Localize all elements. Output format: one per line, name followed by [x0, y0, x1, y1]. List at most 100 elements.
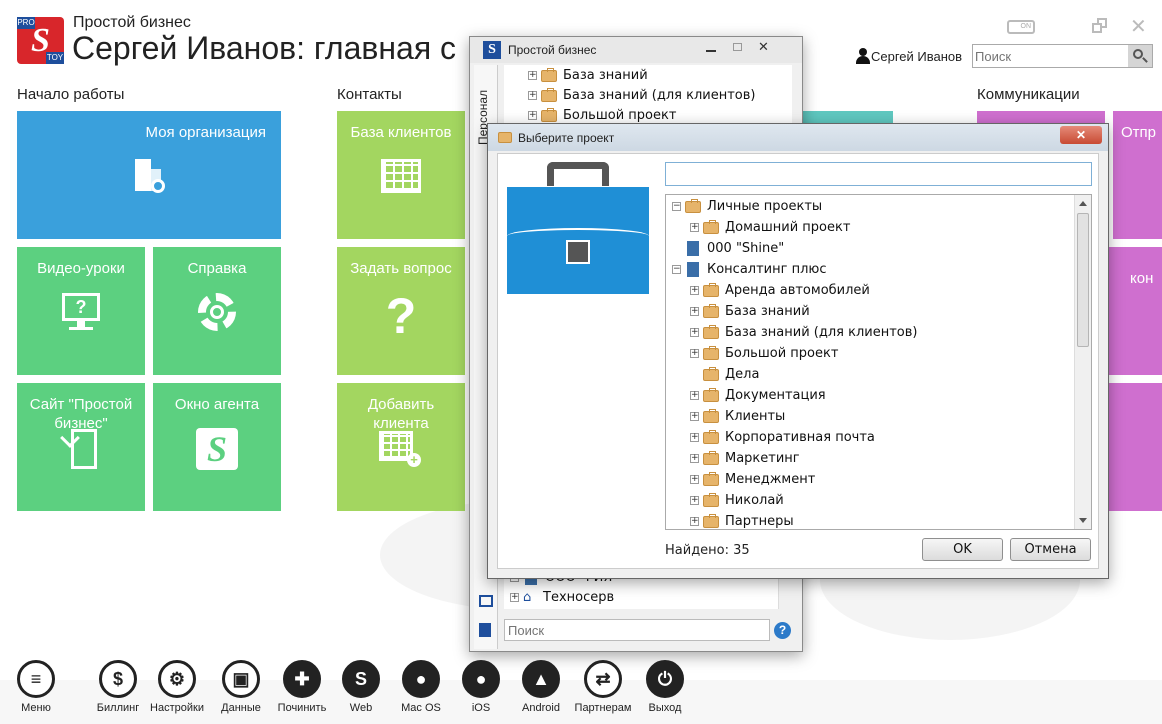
- collapse-icon[interactable]: −: [672, 202, 681, 211]
- tree-item-label: 000 "Shine": [707, 241, 785, 256]
- tile-pink-3[interactable]: [1108, 383, 1162, 511]
- expand-icon[interactable]: +: [690, 412, 699, 421]
- scroll-up-icon[interactable]: [1079, 201, 1087, 206]
- expand-icon[interactable]: +: [690, 307, 699, 316]
- tree-item-label: Личные проекты: [707, 199, 823, 214]
- toolbar-label: Меню: [21, 702, 51, 714]
- project-tree[interactable]: − Личные проекты + Домашний проект +000 "Shi…: [665, 194, 1092, 530]
- tree-item[interactable]: + Менеджмент: [690, 469, 815, 490]
- settings-button[interactable]: ⚙ Настройки: [147, 660, 207, 714]
- tree-item[interactable]: + Аренда автомобилей: [690, 280, 870, 301]
- app-small-icon: S: [483, 41, 501, 59]
- back-search-box[interactable]: [504, 619, 770, 641]
- close-back-icon[interactable]: ✕: [758, 39, 769, 55]
- expand-icon[interactable]: +: [690, 223, 699, 232]
- scroll-down-icon[interactable]: [1079, 518, 1087, 523]
- expand-icon[interactable]: +: [690, 433, 699, 442]
- android-button[interactable]: ▲ Android: [511, 660, 571, 714]
- toolbar-label: Биллинг: [96, 702, 140, 714]
- menu-button[interactable]: ≡ Меню: [6, 660, 66, 714]
- folder-icon: [703, 513, 719, 528]
- folder-icon: [703, 387, 719, 402]
- tree-item[interactable]: + Николай: [690, 490, 784, 511]
- ok-button[interactable]: OK: [922, 538, 1003, 561]
- restore-icon[interactable]: [1092, 18, 1108, 34]
- back-search-input[interactable]: [508, 622, 758, 638]
- help-icon[interactable]: ?: [774, 622, 791, 639]
- building-small-icon[interactable]: [479, 623, 491, 637]
- collapse-icon[interactable]: −: [672, 265, 681, 274]
- tile-video-lessons[interactable]: Видео-уроки ?: [17, 247, 145, 375]
- tree-item[interactable]: + База знаний (для клиентов): [690, 322, 918, 343]
- tile-pink-send-2[interactable]: Отпр: [1113, 111, 1162, 239]
- tree-item-label: Дела: [725, 367, 760, 382]
- tree-item[interactable]: + Домашний проект: [690, 217, 850, 238]
- tile-ask-question[interactable]: Задать вопрос ?: [337, 247, 465, 375]
- partners-button[interactable]: ⇄ Партнерам: [573, 660, 633, 714]
- scroll-thumb[interactable]: [1077, 213, 1089, 347]
- dialog-titlebar[interactable]: Выберите проект ✕: [488, 124, 1108, 151]
- tile-pink-2[interactable]: кон: [1108, 247, 1162, 375]
- expand-icon[interactable]: +: [690, 475, 699, 484]
- tile-website[interactable]: Сайт "Простой бизнес": [17, 383, 145, 511]
- tile-label: Добавить клиента: [367, 396, 435, 432]
- data-button[interactable]: ▣ Данные: [211, 660, 271, 714]
- billing-button[interactable]: $ Биллинг: [88, 660, 148, 714]
- expand-icon[interactable]: +: [690, 496, 699, 505]
- global-search[interactable]: [972, 44, 1153, 68]
- expand-icon[interactable]: +: [690, 391, 699, 400]
- tree-item[interactable]: + Большой проект: [690, 343, 838, 364]
- user-name[interactable]: Сергей Иванов: [871, 49, 962, 64]
- expand-icon[interactable]: +: [690, 349, 699, 358]
- list-item[interactable]: + База знаний (для клиентов): [528, 85, 756, 106]
- tree-item[interactable]: + Корпоративная почта: [690, 427, 875, 448]
- dialog-close-button[interactable]: ✕: [1060, 126, 1102, 144]
- tree-item[interactable]: + Партнеры: [690, 511, 794, 529]
- search-icon[interactable]: [1128, 45, 1152, 67]
- tile-add-client[interactable]: Добавить клиента +: [337, 383, 465, 511]
- tile-my-organization[interactable]: Моя организация: [17, 111, 281, 239]
- tree-item[interactable]: +Дела: [690, 364, 759, 385]
- search-input[interactable]: [975, 47, 1125, 65]
- cancel-button[interactable]: Отмена: [1010, 538, 1091, 561]
- select-project-dialog[interactable]: Выберите проект ✕ − Личные проекты + Домашн…: [487, 123, 1109, 579]
- tile-help[interactable]: Справка: [153, 247, 281, 375]
- ios-icon: ●: [462, 660, 500, 698]
- tree-item[interactable]: +000 "Shine": [672, 238, 784, 259]
- tree-item-label: Менеджмент: [725, 472, 816, 487]
- tree-item[interactable]: + База знаний: [690, 301, 810, 322]
- tile-label: Задать вопрос: [350, 260, 452, 277]
- repair-button[interactable]: ✚ Починить: [272, 660, 332, 714]
- project-filter-input[interactable]: [665, 162, 1092, 186]
- tree-item[interactable]: + Документация: [690, 385, 826, 406]
- tree-item[interactable]: − Консалтинг плюс: [672, 259, 827, 280]
- macos-button[interactable]: ● Mac OS: [391, 660, 451, 714]
- tree-item[interactable]: + Клиенты: [690, 406, 785, 427]
- tree-item-label: Маркетинг: [725, 451, 800, 466]
- back-window-titlebar[interactable]: S Простой бизнес ✕: [470, 37, 802, 63]
- macos-icon: ●: [402, 660, 440, 698]
- web-button[interactable]: S Web: [331, 660, 391, 714]
- tree-item[interactable]: + Маркетинг: [690, 448, 800, 469]
- ios-button[interactable]: ● iOS: [451, 660, 511, 714]
- tile-clients-db[interactable]: База клиентов: [337, 111, 465, 239]
- expand-icon[interactable]: +: [690, 286, 699, 295]
- folder-icon: [703, 366, 719, 381]
- list-item[interactable]: + ⌂ Техносерв: [510, 587, 614, 608]
- close-app-icon[interactable]: ✕: [1130, 14, 1147, 39]
- expand-icon[interactable]: +: [690, 328, 699, 337]
- minimize-icon[interactable]: [700, 41, 724, 55]
- tree-item[interactable]: − Личные проекты: [672, 196, 822, 217]
- tile-agent-window[interactable]: Окно агента S: [153, 383, 281, 511]
- online-status-icon[interactable]: ON: [1007, 20, 1035, 34]
- contacts-icon[interactable]: [479, 595, 493, 607]
- exit-button[interactable]: ⏻ Выход: [635, 660, 695, 714]
- briefcase-small-icon: [498, 132, 512, 143]
- tile-label: Справка: [187, 260, 247, 277]
- expand-icon[interactable]: +: [690, 454, 699, 463]
- maximize-icon[interactable]: [726, 41, 750, 55]
- expand-icon[interactable]: +: [690, 517, 699, 526]
- list-item[interactable]: + База знаний: [528, 65, 648, 86]
- tree-item-label: Аренда автомобилей: [725, 283, 870, 298]
- tree-scrollbar[interactable]: [1074, 195, 1091, 529]
